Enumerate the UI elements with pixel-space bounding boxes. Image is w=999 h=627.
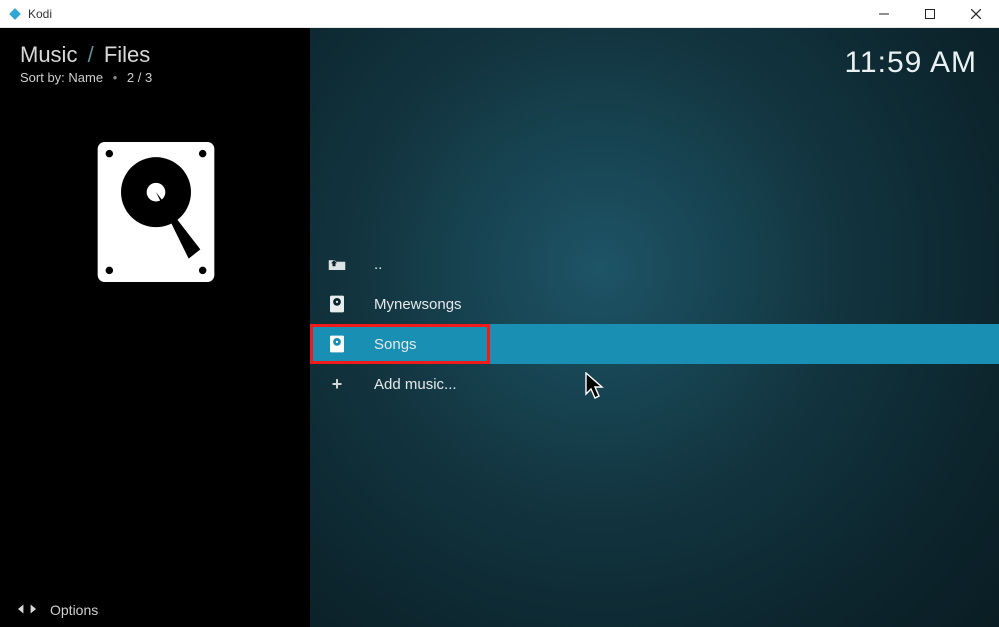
sort-label: Sort by: [20, 70, 65, 85]
window-title: Kodi [28, 7, 52, 21]
hdd-icon [328, 295, 346, 313]
plus-icon: + [328, 375, 346, 393]
list-item-label: Mynewsongs [374, 296, 462, 313]
list-item-label: Add music... [374, 376, 457, 393]
preview-hdd-icon [92, 141, 220, 283]
sort-position: 2 / 3 [127, 70, 152, 85]
list-item-source[interactable]: Mynewsongs [310, 284, 999, 324]
list-item-label: Songs [374, 336, 417, 353]
breadcrumb-sub[interactable]: Files [104, 42, 150, 67]
hdd-icon [328, 335, 346, 353]
window-controls [861, 0, 999, 27]
window-titlebar: Kodi [0, 0, 999, 28]
options-label: Options [50, 602, 98, 618]
kodi-logo-icon [8, 7, 22, 21]
sort-line[interactable]: Sort by: Name • 2 / 3 [0, 68, 310, 85]
breadcrumb-separator-icon: / [84, 42, 98, 67]
maximize-button[interactable] [907, 0, 953, 27]
list-item-source-selected[interactable]: Songs [310, 324, 999, 364]
sort-dot-icon: • [107, 70, 124, 85]
sidebar: Music / Files Sort by: Name • 2 / 3 [0, 28, 310, 627]
folder-up-icon [328, 255, 346, 273]
sort-value: Name [68, 70, 103, 85]
file-list: .. Mynewsongs [310, 244, 999, 404]
list-item-up[interactable]: .. [310, 244, 999, 284]
options-arrows-icon [18, 602, 36, 619]
minimize-button[interactable] [861, 0, 907, 27]
content-area: 11:59 AM .. [310, 28, 999, 627]
app-body: Music / Files Sort by: Name • 2 / 3 [0, 28, 999, 627]
options-button[interactable]: Options [0, 593, 310, 627]
breadcrumb-section[interactable]: Music [20, 42, 77, 67]
list-item-add-music[interactable]: + Add music... [310, 364, 999, 404]
close-button[interactable] [953, 0, 999, 27]
clock: 11:59 AM [844, 46, 977, 80]
breadcrumb: Music / Files [0, 28, 310, 68]
list-item-label: .. [374, 256, 382, 273]
